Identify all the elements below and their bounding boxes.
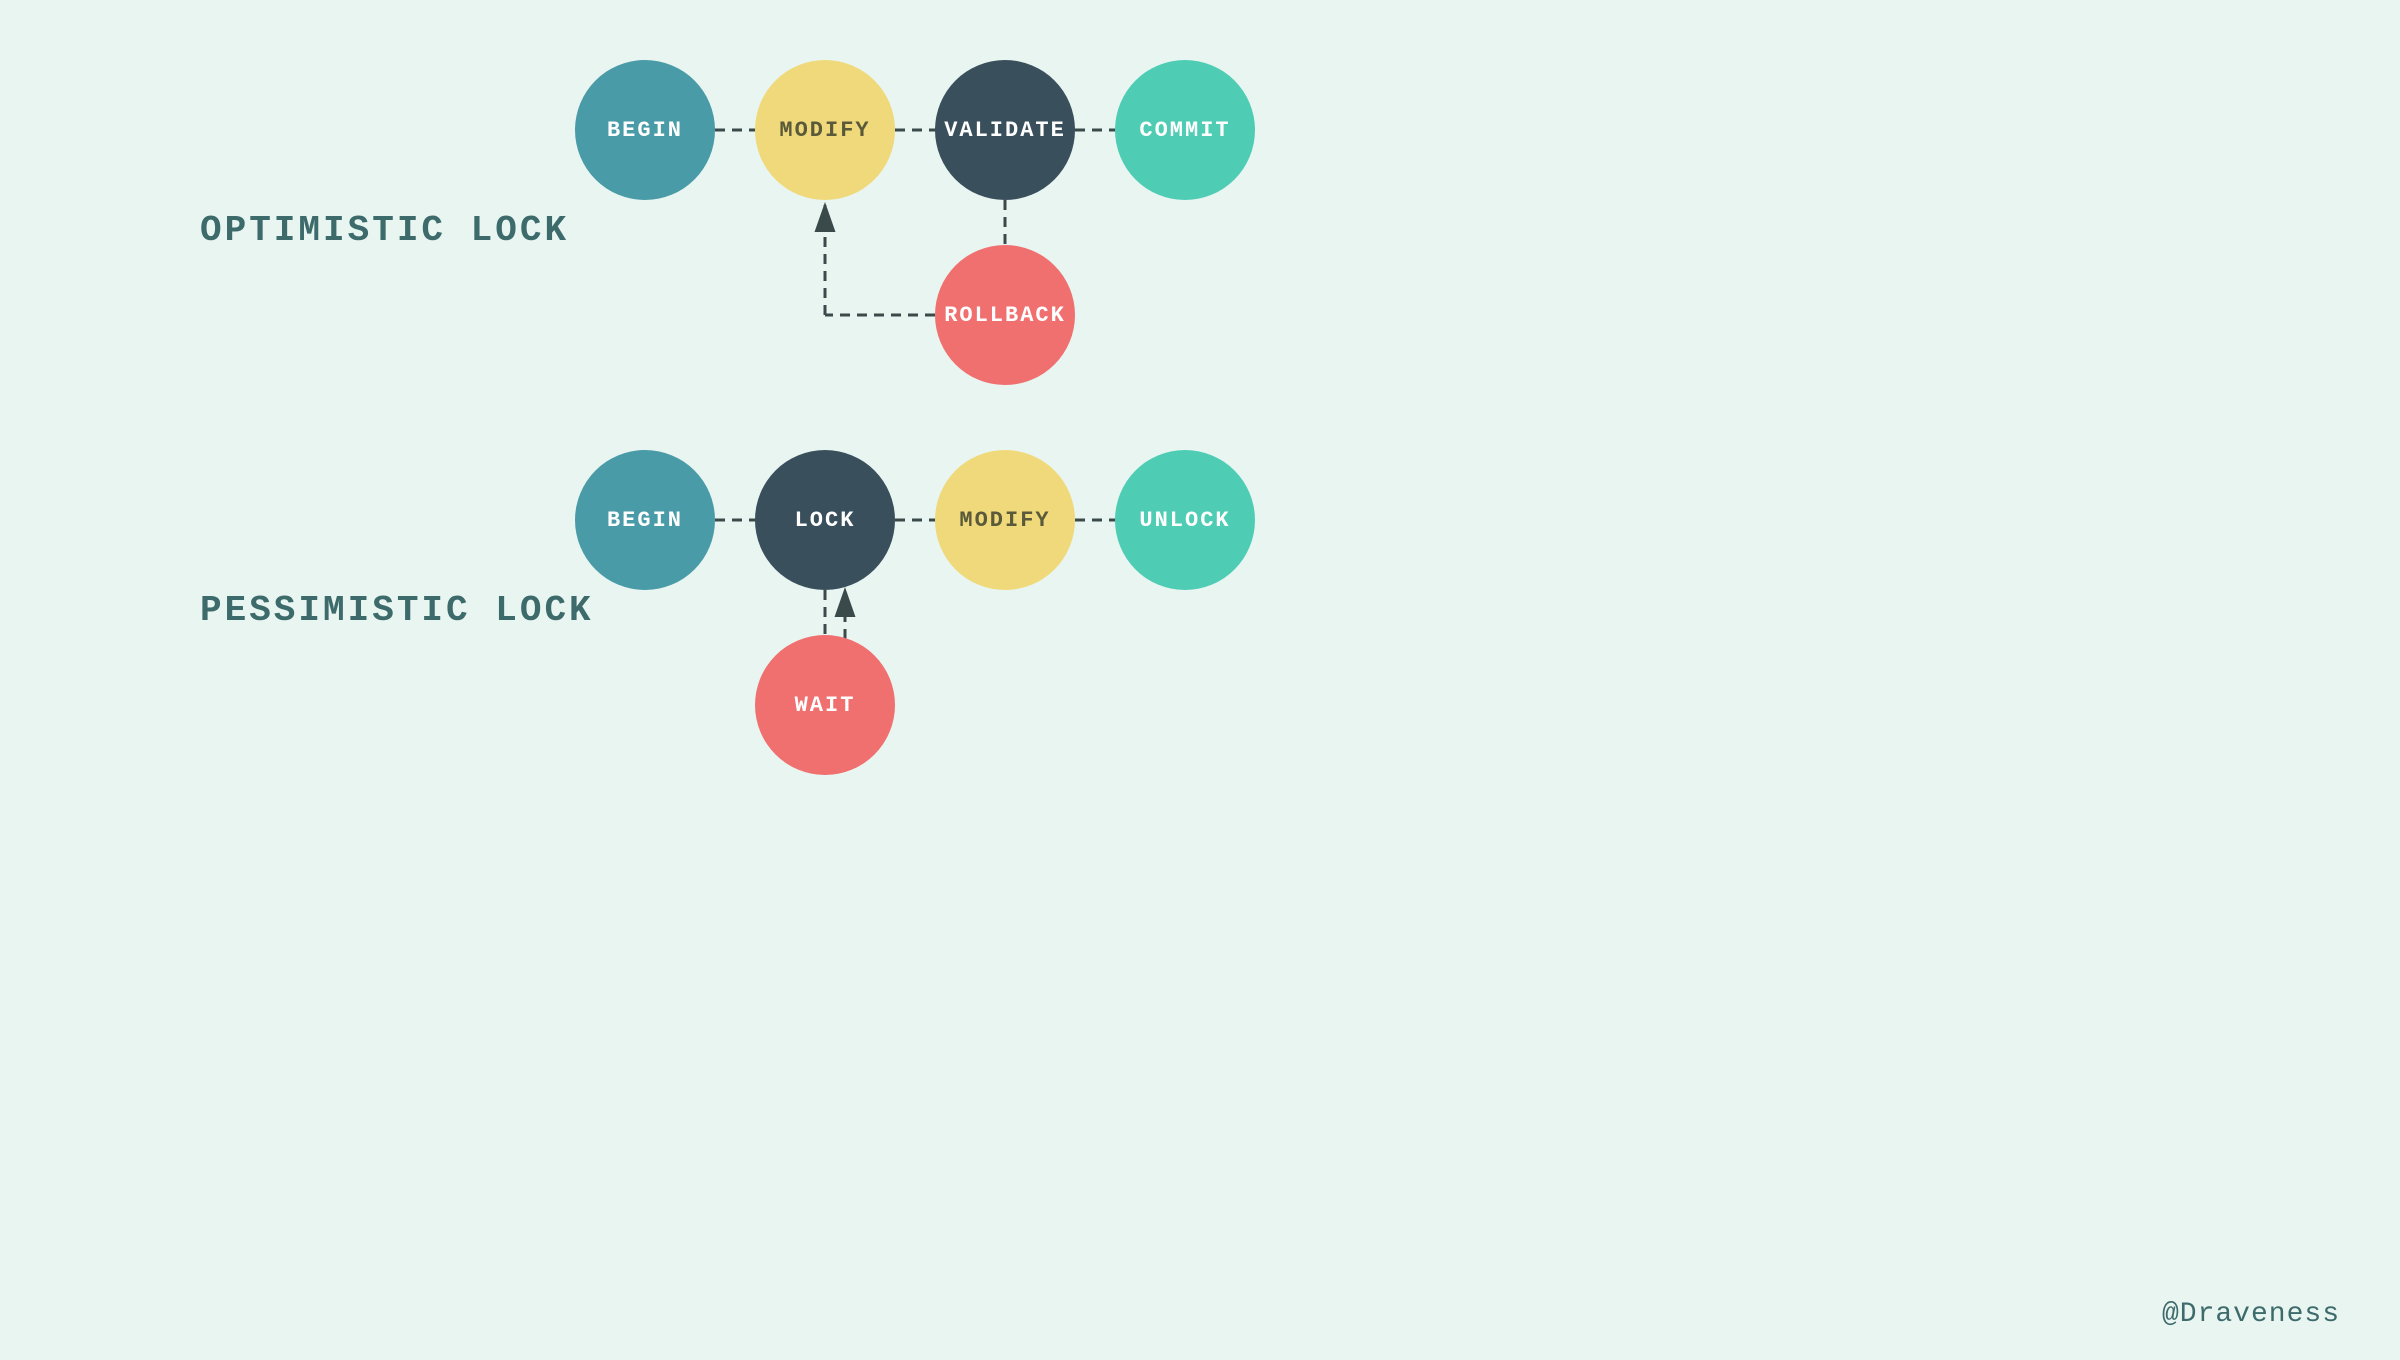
optimistic-rollback-node: ROLLBACK [935, 245, 1075, 385]
optimistic-begin-node: BEGIN [575, 60, 715, 200]
optimistic-lock-label: OPTIMISTIC LOCK [200, 210, 569, 251]
pessimistic-lock-node: LOCK [755, 450, 895, 590]
pessimistic-lock-label: PESSIMISTIC LOCK [200, 590, 594, 631]
optimistic-modify-node: MODIFY [755, 60, 895, 200]
watermark: @Draveness [2162, 1299, 2340, 1330]
pessimistic-wait-node: WAIT [755, 635, 895, 775]
pessimistic-modify-node: MODIFY [935, 450, 1075, 590]
pessimistic-begin-node: BEGIN [575, 450, 715, 590]
optimistic-commit-node: COMMIT [1115, 60, 1255, 200]
optimistic-validate-node: VALIDATE [935, 60, 1075, 200]
pessimistic-unlock-node: UNLOCK [1115, 450, 1255, 590]
